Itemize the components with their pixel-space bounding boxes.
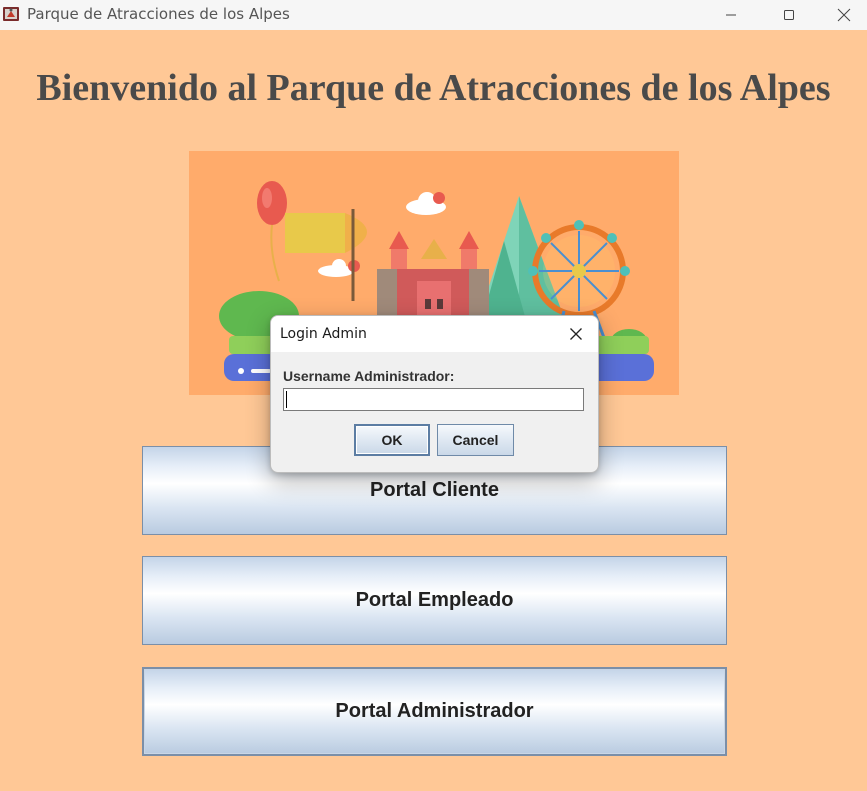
login-admin-dialog: Login Admin Username Administrador: OK C… (270, 315, 599, 473)
portal-cliente-label: Portal Cliente (370, 479, 499, 501)
portal-empleado-button[interactable]: Portal Empleado (142, 556, 727, 645)
username-input[interactable] (283, 388, 584, 411)
close-button[interactable] (821, 0, 867, 30)
dialog-close-button[interactable] (562, 322, 590, 346)
portal-empleado-label: Portal Empleado (355, 589, 514, 611)
username-label: Username Administrador: (283, 368, 455, 384)
cancel-label: Cancel (452, 432, 499, 448)
minimize-button[interactable] (708, 0, 754, 30)
ok-button[interactable]: OK (354, 424, 430, 456)
dialog-title: Login Admin (280, 326, 367, 342)
window-titlebar: Parque de Atracciones de los Alpes (0, 0, 867, 30)
window-title: Parque de Atracciones de los Alpes (27, 5, 290, 23)
portal-administrador-button[interactable]: Portal Administrador (142, 667, 727, 756)
text-caret (286, 391, 287, 408)
cancel-button[interactable]: Cancel (437, 424, 514, 456)
close-icon (570, 328, 582, 340)
close-icon (837, 8, 851, 22)
maximize-button[interactable] (766, 0, 812, 30)
portal-administrador-label: Portal Administrador (335, 700, 534, 722)
dialog-titlebar: Login Admin (271, 316, 598, 352)
minimize-icon (726, 14, 736, 16)
page-title: Bienvenido al Parque de Atracciones de l… (36, 67, 831, 109)
java-cup-icon (2, 4, 20, 22)
ok-label: OK (381, 432, 403, 448)
maximize-icon (784, 10, 794, 20)
